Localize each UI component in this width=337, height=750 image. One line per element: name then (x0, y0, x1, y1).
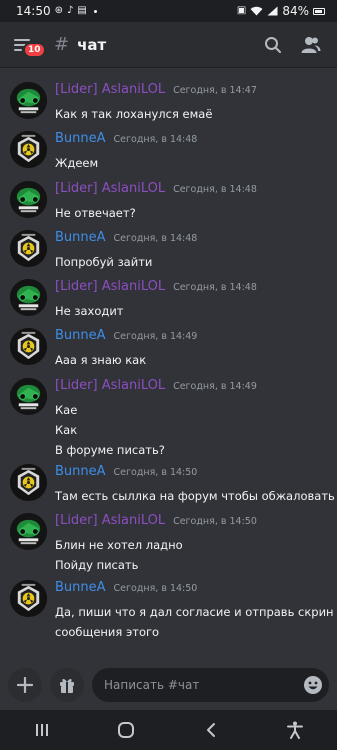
message-timestamp: Сегодня, в 14:48 (113, 134, 198, 145)
radiation-badge-icon (10, 580, 47, 617)
message-input[interactable] (104, 678, 303, 692)
message-author[interactable]: [Lider] AslaniLOL (55, 378, 165, 393)
message-input-wrapper (92, 668, 329, 702)
battery-percent: 84% (282, 4, 309, 18)
status-bar-left: 14:50 ⊛ ♪ ▤ (16, 4, 97, 18)
message-author[interactable]: [Lider] AslaniLOL (55, 513, 165, 528)
avatar-aslanilol[interactable] (10, 181, 47, 218)
status-bar: 14:50 ⊛ ♪ ▤ ▣ 84% (0, 0, 337, 22)
avatar-aslanilol[interactable] (10, 513, 47, 550)
avatar-bunnea[interactable] (10, 328, 47, 365)
avatar-bunnea[interactable] (10, 230, 47, 267)
radiation-badge-icon (10, 328, 47, 365)
message-author[interactable]: BunneA (55, 580, 106, 595)
radiation-badge-icon (10, 230, 47, 267)
message-text: Попробуй зайти (55, 255, 153, 269)
settings-notification-icon: ⊛ (54, 5, 63, 16)
message-text: Не заходит (55, 304, 124, 318)
status-time: 14:50 (16, 4, 51, 18)
channel-header: 10 # чат (0, 22, 337, 68)
accessibility-icon (286, 721, 303, 739)
message-text: Блин не хотел ладно (55, 538, 183, 552)
message-timestamp: Сегодня, в 14:49 (173, 381, 257, 392)
recent-apps-icon (36, 724, 49, 736)
message-author[interactable]: [Lider] AslaniLOL (55, 82, 165, 97)
message-text: Как (55, 423, 78, 437)
news-icon: ▤ (77, 5, 87, 16)
message-author[interactable]: BunneA (55, 328, 106, 343)
message-text: Ждеем (55, 156, 99, 170)
avatar-aslanilol[interactable] (10, 279, 47, 316)
message-text: Ааа я знаю как (55, 353, 147, 367)
avatar-aslanilol[interactable] (10, 82, 47, 119)
accessibility-button[interactable] (275, 715, 315, 745)
avatar-bunnea[interactable] (10, 464, 47, 501)
menu-button[interactable]: 10 (14, 36, 46, 58)
message-timestamp: Сегодня, в 14:50 (113, 583, 198, 594)
search-icon (265, 36, 281, 53)
moto-logo-icon (10, 513, 47, 550)
message-author[interactable]: BunneA (55, 464, 106, 479)
message-timestamp: Сегодня, в 14:50 (173, 516, 257, 527)
gift-button[interactable] (50, 668, 84, 702)
home-icon (118, 722, 135, 738)
message-author[interactable]: BunneA (55, 131, 106, 146)
menu-icon (14, 38, 30, 41)
search-button[interactable] (261, 33, 285, 57)
message-composer (0, 660, 337, 710)
home-button[interactable] (106, 715, 146, 745)
back-icon (206, 723, 215, 737)
battery-icon (313, 7, 325, 15)
message-text: сообщения этого (55, 625, 160, 639)
message-text: В форуме писать? (55, 443, 165, 457)
radiation-badge-icon (10, 464, 47, 501)
menu-icon-bar (14, 48, 22, 51)
system-navigation-bar (0, 710, 337, 750)
lock-icon: ▣ (236, 5, 247, 16)
message-author[interactable]: BunneA (55, 230, 106, 245)
moto-logo-icon (10, 378, 47, 415)
members-button[interactable] (299, 33, 323, 57)
moto-logo-icon (10, 181, 47, 218)
avatar-bunnea[interactable] (10, 580, 47, 617)
message-text: Кае (55, 403, 78, 417)
message-author[interactable]: [Lider] AslaniLOL (55, 181, 165, 196)
radiation-badge-icon (10, 131, 47, 168)
recent-apps-button[interactable] (22, 715, 62, 745)
message-timestamp: Сегодня, в 14:48 (173, 184, 257, 195)
moto-logo-icon (10, 82, 47, 119)
back-button[interactable] (191, 715, 231, 745)
message-author[interactable]: [Lider] AslaniLOL (55, 279, 165, 294)
message-timestamp: Сегодня, в 14:50 (113, 467, 198, 478)
members-icon (301, 36, 321, 53)
attach-button[interactable] (8, 668, 42, 702)
more-notifications-dot-icon (93, 9, 97, 13)
plus-icon (17, 677, 33, 693)
moto-logo-icon (10, 279, 47, 316)
hash-icon: # (54, 34, 70, 55)
message-text: Не отвечает? (55, 206, 136, 220)
message-list[interactable]: [Lider] AslaniLOL Сегодня, в 14:47 Как я… (0, 68, 337, 658)
emoji-icon[interactable] (303, 675, 323, 695)
message-text: Пойду писать (55, 558, 139, 572)
wifi-icon (250, 6, 263, 16)
message-text: Да, пиши что я дал согласие и отправь ск… (55, 605, 334, 619)
avatar-aslanilol[interactable] (10, 378, 47, 415)
message-timestamp: Сегодня, в 14:49 (113, 331, 198, 342)
message-timestamp: Сегодня, в 14:48 (173, 282, 257, 293)
message-timestamp: Сегодня, в 14:47 (173, 85, 257, 96)
signal-icon (267, 6, 278, 16)
channel-title[interactable]: чат (77, 36, 247, 54)
gift-icon (60, 678, 74, 693)
status-bar-right: ▣ 84% (237, 4, 325, 18)
avatar-bunnea[interactable] (10, 131, 47, 168)
message-timestamp: Сегодня, в 14:48 (113, 233, 198, 244)
message-text: Как я так лоханулся емаё (55, 107, 213, 121)
notification-badge: 10 (23, 41, 46, 58)
message-text: Там есть сыллка на форум чтобы обжаловат… (55, 489, 337, 503)
tiktok-icon: ♪ (66, 5, 74, 16)
